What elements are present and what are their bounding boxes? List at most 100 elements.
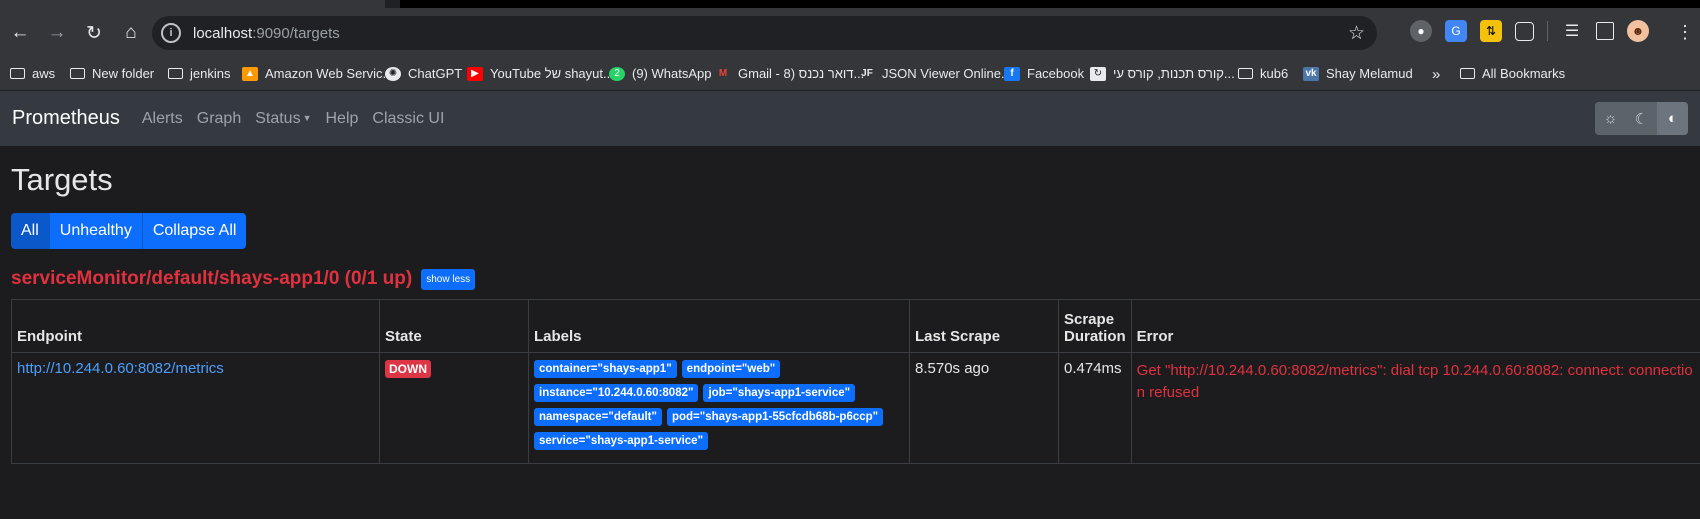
collapse-all-button[interactable]: Collapse All: [142, 213, 247, 249]
back-icon[interactable]: ←: [3, 16, 37, 50]
profile-avatar-icon[interactable]: ☻: [1627, 20, 1649, 42]
page-content: Targets All Unhealthy Collapse All servi…: [0, 160, 1700, 464]
bookmark-gmail[interactable]: M Gmail - דואר נכנס (8...: [715, 66, 864, 81]
bookmark-label: ChatGPT: [408, 66, 463, 81]
filter-all-button[interactable]: All: [11, 213, 50, 249]
page-title: Targets: [11, 162, 113, 197]
course-icon: ↻: [1090, 66, 1106, 81]
cell-endpoint: http://10.244.0.60:8082/metrics: [11, 352, 380, 464]
gmail-icon: M: [718, 68, 728, 79]
endpoint-link[interactable]: http://10.244.0.60:8082/metrics: [17, 360, 224, 377]
bookmark-jenkins[interactable]: jenkins: [168, 66, 230, 81]
light-theme-sun-icon[interactable]: ☼: [1595, 102, 1626, 135]
bookmark-label: aws: [32, 66, 56, 81]
translate-extension-icon[interactable]: G: [1445, 20, 1467, 42]
url-text[interactable]: localhost:9090/targets: [193, 25, 340, 42]
header-scrape-duration-line2: Duration: [1064, 328, 1126, 345]
header-error: Error: [1130, 299, 1700, 353]
folder-icon: [168, 68, 183, 79]
error-message: Get "http://10.244.0.60:8082/metrics": d…: [1136, 362, 1693, 401]
show-less-button[interactable]: show less: [421, 268, 476, 290]
label-badge-container: container="shays-app1": [534, 360, 677, 378]
address-bar[interactable]: i localhost:9090/targets ☆: [152, 16, 1377, 50]
media-queue-icon[interactable]: ☰: [1561, 20, 1583, 42]
bookmark-star-icon[interactable]: ☆: [1348, 22, 1365, 45]
bookmark-label: YouTube של shayut...: [490, 66, 614, 81]
bookmark-label: Gmail - דואר נכנס (8...: [738, 66, 865, 81]
bookmark-label: kub6: [1260, 66, 1289, 81]
bookmark-shay-melamud[interactable]: vk Shay Melamud: [1303, 66, 1413, 81]
active-tab[interactable]: [0, 0, 385, 8]
label-badge-service: service="shays-app1-service": [534, 432, 709, 450]
nav-status-label: Status: [255, 109, 301, 127]
cell-scrape-duration: 0.474ms: [1058, 352, 1132, 464]
header-scrape-duration-line1: Scrape: [1064, 311, 1115, 328]
bookmark-chatgpt[interactable]: ✺ ChatGPT: [385, 66, 462, 81]
browser-toolbar: ← → ↻ ⌂ i localhost:9090/targets ☆ ● G ⇅…: [0, 8, 1700, 58]
cell-state: DOWN: [379, 352, 529, 464]
bookmark-facebook[interactable]: f Facebook: [1004, 66, 1084, 81]
bookmark-kub6[interactable]: kub6: [1238, 66, 1288, 81]
caret-down-icon: ▼: [302, 113, 312, 124]
site-info-icon[interactable]: i: [161, 23, 181, 43]
bookmark-label: jenkins: [190, 66, 231, 81]
bookmark-json-viewer[interactable]: JF JSON Viewer Online...: [859, 66, 1012, 81]
forward-icon[interactable]: →: [40, 16, 74, 50]
targets-table: Endpoint State Labels Last Scrape Scrape…: [11, 299, 1700, 464]
header-scrape-duration: Scrape Duration: [1058, 299, 1132, 353]
tab-gap: [385, 0, 400, 8]
reload-icon[interactable]: ↻: [77, 16, 111, 50]
bookmark-label: (9) WhatsApp: [632, 66, 712, 81]
scrape-pool-title[interactable]: serviceMonitor/default/shays-app1/0 (0/1…: [11, 268, 412, 290]
bookmark-label: JSON Viewer Online...: [882, 66, 1012, 81]
label-badge-instance: instance="10.244.0.60:8082": [534, 384, 699, 402]
nav-graph[interactable]: Graph: [197, 110, 241, 128]
header-state: State: [379, 299, 529, 353]
labels-list: container="shays-app1" endpoint="web" in…: [534, 360, 904, 456]
header-labels: Labels: [528, 299, 910, 353]
extensions-puzzle-icon[interactable]: [1515, 21, 1534, 41]
filter-unhealthy-button[interactable]: Unhealthy: [49, 213, 143, 249]
toolbar-separator: [1547, 21, 1548, 41]
header-last-scrape: Last Scrape: [909, 299, 1059, 353]
browser-menu-icon[interactable]: ⋮: [1676, 22, 1694, 43]
home-icon[interactable]: ⌂: [114, 16, 148, 50]
all-bookmarks[interactable]: All Bookmarks: [1460, 66, 1565, 81]
bookmark-youtube[interactable]: ▶ YouTube של shayut...: [467, 66, 614, 81]
bookmark-label: קורס תכנות, קורס עי...: [1113, 66, 1235, 81]
bookmark-course[interactable]: ↻ קורס תכנות, קורס עי...: [1090, 66, 1235, 81]
incognito-extension-icon[interactable]: ●: [1410, 20, 1432, 42]
bookmark-aws-console[interactable]: ▲ Amazon Web Servic...: [242, 66, 393, 81]
side-panel-icon[interactable]: [1596, 22, 1614, 40]
chatgpt-icon: ✺: [385, 66, 401, 81]
whatsapp-icon: 2: [609, 66, 625, 81]
bookmark-label: New folder: [92, 66, 155, 81]
tab-strip: [0, 0, 1700, 8]
label-badge-namespace: namespace="default": [534, 408, 662, 426]
nav-classic-ui[interactable]: Classic UI: [372, 110, 444, 128]
nav-status[interactable]: Status ▼: [255, 110, 311, 128]
bookmark-new-folder[interactable]: New folder: [70, 66, 154, 81]
url-path: :9090/targets: [252, 24, 340, 42]
table-row: http://10.244.0.60:8082/metrics DOWN con…: [11, 352, 1700, 464]
bookmarks-overflow-icon[interactable]: »: [1432, 66, 1440, 83]
nav-help[interactable]: Help: [326, 110, 359, 128]
url-host: localhost: [193, 24, 253, 42]
label-badge-endpoint: endpoint="web": [681, 360, 781, 378]
auto-theme-half-circle-icon[interactable]: ◐: [1657, 102, 1688, 135]
youtube-icon: ▶: [467, 66, 483, 81]
aws-icon: ▲: [242, 66, 258, 81]
sort-extension-icon[interactable]: ⇅: [1480, 20, 1502, 42]
theme-toggle-group: ☼ ☾ ◐: [1595, 102, 1688, 135]
folder-icon: [10, 68, 25, 79]
prometheus-navbar: Prometheus Alerts Graph Status ▼ Help Cla…: [0, 91, 1700, 146]
facebook-icon: f: [1004, 66, 1020, 81]
bookmark-whatsapp[interactable]: 2 (9) WhatsApp: [609, 66, 711, 81]
bookmark-aws[interactable]: aws: [10, 66, 55, 81]
label-badge-job: job="shays-app1-service": [703, 384, 856, 402]
dark-theme-moon-icon[interactable]: ☾: [1626, 102, 1657, 135]
header-endpoint: Endpoint: [11, 299, 380, 353]
brand-logo[interactable]: Prometheus: [12, 107, 120, 130]
nav-alerts[interactable]: Alerts: [142, 110, 183, 128]
folder-icon: [1238, 68, 1253, 79]
